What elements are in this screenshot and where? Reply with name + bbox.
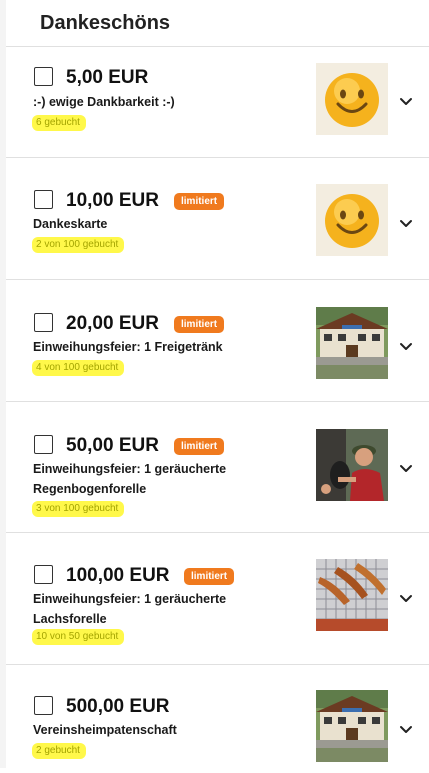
reward-item-20: 20,00 EUR limitiert Einweihungsfeier: 1 … (6, 280, 429, 402)
limited-badge: limitiert (174, 316, 225, 333)
reward-checkbox[interactable] (34, 696, 53, 715)
reward-price: 5,00 EUR (66, 67, 149, 88)
reward-image-clubhouse (316, 690, 388, 762)
chevron-down-icon[interactable] (396, 214, 416, 234)
chevron-down-icon[interactable] (396, 92, 416, 112)
page-title: Dankeschöns (40, 11, 171, 34)
reward-description: :-) ewige Dankbarkeit :-) (33, 95, 175, 109)
reward-price: 50,00 EUR (66, 435, 159, 456)
reward-image-fisherman (316, 429, 388, 501)
reward-checkbox[interactable] (34, 435, 53, 454)
reward-item-10: 10,00 EUR limitiert Dankeskarte 2 von 10… (6, 158, 429, 280)
limited-badge: limitiert (174, 193, 225, 210)
reward-item-500: 500,00 EUR Vereinsheimpatenschaft 2 gebu… (6, 665, 429, 773)
reward-item-5: 5,00 EUR :-) ewige Dankbarkeit :-) 6 geb… (6, 47, 429, 158)
reward-checkbox[interactable] (34, 565, 53, 584)
reward-image-smiley (316, 63, 388, 135)
rewards-panel: Dankeschöns 5,00 EUR :-) ewige Dankbarke… (6, 0, 429, 768)
reward-item-100: 100,00 EUR limitiert Einweihungsfeier: 1… (6, 533, 429, 665)
reward-description: Dankeskarte (33, 217, 108, 231)
limited-badge: limitiert (174, 438, 225, 455)
reward-item-50: 50,00 EUR limitiert Einweihungsfeier: 1 … (6, 402, 429, 533)
booked-count: 4 von 100 gebucht (32, 360, 125, 376)
reward-price: 100,00 EUR (66, 565, 170, 586)
reward-checkbox[interactable] (34, 313, 53, 332)
chevron-down-icon[interactable] (396, 337, 416, 357)
reward-price: 20,00 EUR (66, 313, 159, 334)
reward-description: Einweihungsfeier: 1 geräucherte Lachsfor… (33, 592, 227, 626)
chevron-down-icon[interactable] (396, 459, 416, 479)
booked-count: 2 von 100 gebucht (32, 237, 125, 253)
rewards-header: Dankeschöns (6, 0, 429, 47)
reward-image-smoked-fish (316, 559, 388, 631)
chevron-down-icon[interactable] (396, 589, 416, 609)
booked-count: 6 gebucht (32, 115, 86, 131)
booked-count: 2 gebucht (32, 743, 86, 759)
rewards-page: Dankeschöns 5,00 EUR :-) ewige Dankbarke… (0, 0, 429, 768)
reward-price: 500,00 EUR (66, 696, 170, 717)
reward-description: Vereinsheimpatenschaft (33, 723, 177, 737)
reward-image-clubhouse (316, 307, 388, 379)
reward-description: Einweihungsfeier: 1 Freigetränk (33, 340, 223, 354)
chevron-down-icon[interactable] (396, 720, 416, 740)
reward-checkbox[interactable] (34, 67, 53, 86)
booked-count: 10 von 50 gebucht (32, 629, 125, 645)
reward-description: Einweihungsfeier: 1 geräucherte Regenbog… (33, 462, 227, 496)
reward-price: 10,00 EUR (66, 190, 159, 211)
reward-checkbox[interactable] (34, 190, 53, 209)
booked-count: 3 von 100 gebucht (32, 501, 125, 517)
limited-badge: limitiert (184, 568, 235, 585)
reward-image-smiley (316, 184, 388, 256)
